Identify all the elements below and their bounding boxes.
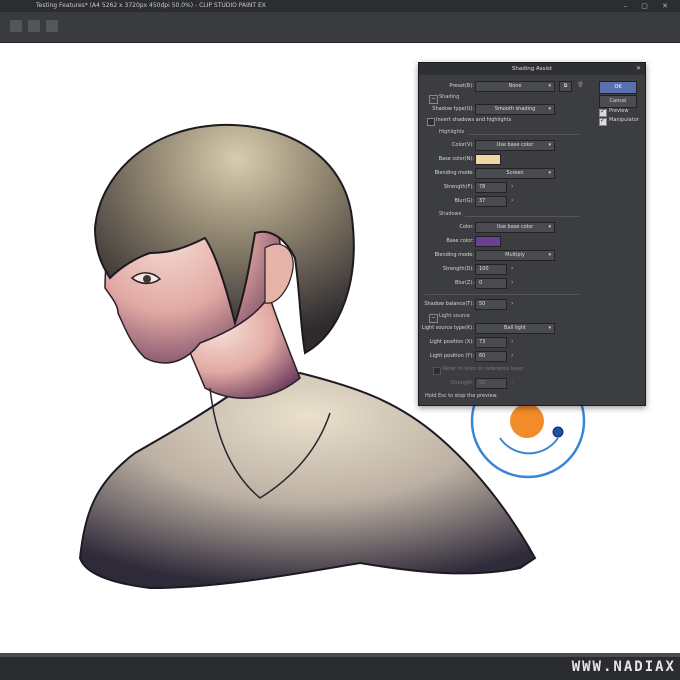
window-controls[interactable]: – ▢ ✕ [624, 0, 674, 12]
close-icon[interactable]: ✕ [636, 63, 641, 75]
chevron-right-icon[interactable]: › [511, 299, 513, 309]
preset-options-icon[interactable]: ⧉ [559, 81, 572, 92]
chevron-down-icon: ▾ [548, 106, 551, 112]
hl-color-label: Color(V): [451, 142, 474, 148]
dialog-title: Shading Assist [419, 63, 645, 75]
light-type-label: Light source type(K): [421, 325, 474, 331]
hl-base-color-label: Base color(N): [438, 156, 474, 162]
shading-assist-dialog: Shading Assist ✕ Preset(B): None ▾ ⧉ 🗑 OK… [418, 62, 646, 406]
light-source-section-title: Light source [439, 313, 470, 319]
hl-color-value: Use base color [496, 142, 534, 148]
chevron-down-icon: ▾ [548, 252, 551, 258]
divider [425, 294, 579, 295]
sh-color-label: Color: [459, 224, 474, 230]
shadows-section-title: Shadows [439, 211, 462, 217]
shadow-type-value: Smooth shading [494, 106, 536, 112]
divider [469, 134, 579, 135]
chevron-right-icon[interactable]: › [511, 351, 513, 361]
sh-color-value: Use base color [496, 224, 534, 230]
shadow-balance-label: Shadow balance(T): [424, 301, 474, 307]
sh-base-color-swatch[interactable] [475, 236, 501, 247]
light-type-value: Ball light [504, 325, 526, 331]
sh-blur-input[interactable]: 0 [475, 278, 507, 289]
sh-color-select[interactable]: Use base color ▾ [475, 222, 555, 233]
chevron-down-icon: ▾ [548, 325, 551, 331]
divider [465, 216, 579, 217]
chevron-down-icon: ▾ [548, 224, 551, 230]
refer-lines-label: Refer to lines on reference layer [443, 366, 524, 372]
collapse-shading-icon[interactable]: − [429, 95, 438, 104]
light-x-label: Light position (X): [429, 339, 474, 345]
window-title: Testing Features* (A4 5262 x 3720px 450d… [36, 2, 266, 9]
hl-blend-label: Blending mode: [434, 170, 474, 176]
chevron-right-icon[interactable]: › [511, 264, 513, 274]
light-y-label: Light position (Y): [429, 353, 474, 359]
preset-select[interactable]: None ▾ [475, 81, 555, 92]
chevron-down-icon: ▾ [548, 142, 551, 148]
invert-checkbox[interactable] [427, 118, 435, 126]
hl-blend-value: Screen [506, 170, 524, 176]
hl-blur-label: Blur(G): [454, 198, 474, 204]
sh-blur-label: Blur(Z): [454, 280, 474, 286]
status-bar: WWW.NADIAX [0, 653, 680, 680]
tool-icon[interactable] [10, 20, 22, 32]
manipulator-checkbox[interactable] [599, 117, 607, 126]
delete-icon[interactable]: 🗑 [575, 81, 586, 90]
invert-label: Invert shadows and highlights [436, 117, 512, 123]
light-x-input[interactable]: 73 [475, 337, 507, 348]
sh-strength-input[interactable]: 100 [475, 264, 507, 275]
hl-color-select[interactable]: Use base color ▾ [475, 140, 555, 151]
hl-blend-select[interactable]: Screen ▾ [475, 168, 555, 179]
chevron-right-icon[interactable]: › [511, 378, 513, 388]
hl-strength-input[interactable]: 78 [475, 182, 507, 193]
hl-blur-input[interactable]: 37 [475, 196, 507, 207]
refer-lines-checkbox[interactable] [433, 367, 441, 375]
shadow-balance-input[interactable]: 50 [475, 299, 507, 310]
strength-label: Strength: [450, 380, 474, 386]
light-type-select[interactable]: Ball light ▾ [475, 323, 555, 334]
shading-section-title: Shading [439, 94, 460, 100]
collapse-light-source-icon[interactable]: − [429, 314, 438, 323]
chevron-right-icon[interactable]: › [511, 337, 513, 347]
horizontal-scrollbar[interactable] [0, 653, 680, 657]
shadow-type-select[interactable]: Smooth shading ▾ [475, 104, 555, 115]
watermark: WWW.NADIAX [571, 659, 676, 675]
chevron-down-icon: ▾ [548, 83, 551, 89]
sh-base-color-label: Base color: [446, 238, 474, 244]
sh-blend-label: Blending mode: [434, 252, 474, 258]
strength-input[interactable]: 50 [475, 378, 507, 389]
chevron-right-icon[interactable]: › [511, 278, 513, 288]
chevron-right-icon[interactable]: › [511, 182, 513, 192]
command-bar [0, 12, 680, 43]
preset-value: None [508, 83, 522, 89]
tool-icon[interactable] [46, 20, 58, 32]
ok-button[interactable]: OK [599, 81, 637, 94]
sh-strength-label: Strength(D): [442, 266, 474, 272]
preset-label: Preset(B): [449, 83, 474, 89]
light-y-input[interactable]: 60 [475, 351, 507, 362]
title-bar: Testing Features* (A4 5262 x 3720px 450d… [0, 0, 680, 12]
chevron-down-icon: ▾ [548, 170, 551, 176]
shadow-type-label: Shadow type(U): [432, 106, 474, 112]
footer-hint: Hold Esc to stop the preview. [425, 393, 498, 399]
sh-blend-select[interactable]: Multiply ▾ [475, 250, 555, 261]
sh-blend-value: Multiply [505, 252, 525, 258]
hl-strength-label: Strength(F): [443, 184, 474, 190]
hl-base-color-swatch[interactable] [475, 154, 501, 165]
chevron-right-icon[interactable]: › [511, 196, 513, 206]
tool-icon[interactable] [28, 20, 40, 32]
highlights-section-title: Highlights [439, 129, 465, 135]
manipulator-label: Manipulator [609, 117, 639, 123]
